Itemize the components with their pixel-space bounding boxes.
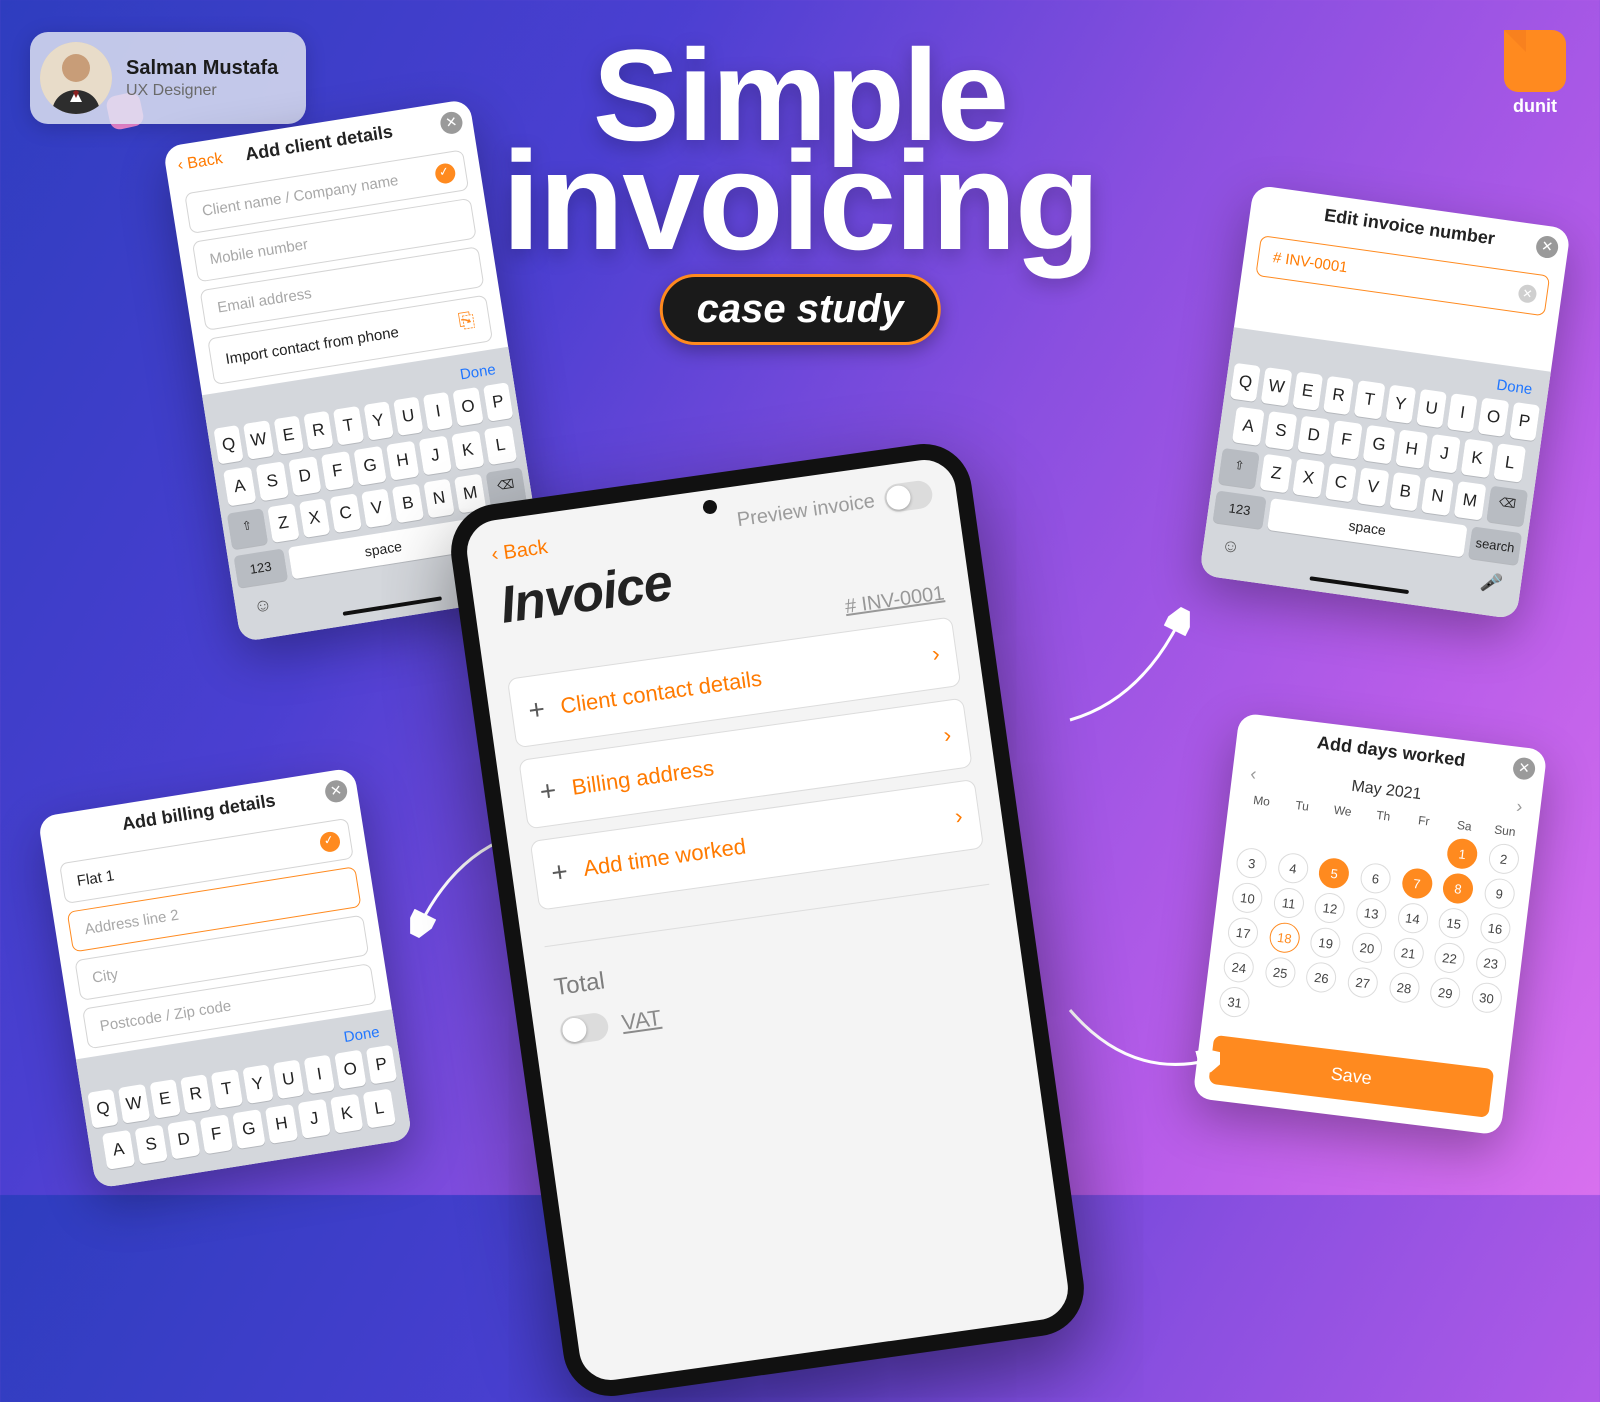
title-pill: case study bbox=[660, 274, 941, 345]
card-title: Edit invoice number bbox=[1323, 205, 1496, 250]
back-button[interactable]: ‹ Back bbox=[176, 150, 224, 175]
arrow-icon bbox=[1060, 600, 1200, 740]
author-name: Salman Mustafa bbox=[126, 57, 278, 80]
clear-icon[interactable]: ✕ bbox=[1517, 283, 1537, 303]
main-phone: ‹ Back Preview invoice Invoice # INV-000… bbox=[445, 438, 1090, 1402]
brand-logo: dunit bbox=[1504, 30, 1566, 117]
import-icon: ⎘ bbox=[457, 309, 476, 334]
hero-title: Simple invoicing case study bbox=[502, 40, 1098, 345]
card-title: Add client details bbox=[244, 121, 394, 165]
card-title: Add billing details bbox=[121, 790, 277, 835]
keyboard[interactable]: Done QWERTYUIOP ASDFGHJKL ⇧ZXCVBNM⌫ 123s… bbox=[1199, 327, 1551, 619]
close-icon[interactable]: ✕ bbox=[1535, 234, 1560, 259]
card-add-days-worked: Add days worked ✕ ‹ May 2021 › MoTuWeThF… bbox=[1193, 713, 1548, 1136]
card-add-billing: Add billing details ✕ Flat 1 Address lin… bbox=[38, 767, 413, 1188]
close-icon[interactable]: ✕ bbox=[324, 778, 349, 803]
author-badge: Salman Mustafa UX Designer bbox=[30, 32, 306, 124]
brand-name: dunit bbox=[1504, 96, 1566, 117]
next-month[interactable]: › bbox=[1511, 796, 1527, 819]
back-button[interactable]: ‹ Back bbox=[490, 536, 549, 567]
card-edit-invoice-number: Edit invoice number ✕ # INV-0001✕ Done Q… bbox=[1199, 185, 1571, 620]
close-icon[interactable]: ✕ bbox=[439, 110, 464, 135]
calendar-month: May 2021 bbox=[1350, 777, 1422, 803]
toggle-switch bbox=[883, 479, 934, 513]
shift-key: ⇧ bbox=[227, 508, 268, 549]
avatar bbox=[40, 42, 112, 114]
title-line2: invoicing bbox=[502, 141, 1098, 260]
check-icon bbox=[318, 830, 341, 853]
close-icon[interactable]: ✕ bbox=[1512, 756, 1537, 781]
card-title: Add days worked bbox=[1316, 732, 1466, 771]
check-icon bbox=[434, 162, 457, 185]
author-role: UX Designer bbox=[126, 82, 278, 100]
prev-month[interactable]: ‹ bbox=[1245, 763, 1261, 786]
emoji-icon: ☺ bbox=[252, 594, 273, 618]
arrow-icon bbox=[1060, 1000, 1220, 1120]
calendar-grid[interactable]: 12 3456789 10111213141516 17181920212223… bbox=[1201, 810, 1535, 1065]
